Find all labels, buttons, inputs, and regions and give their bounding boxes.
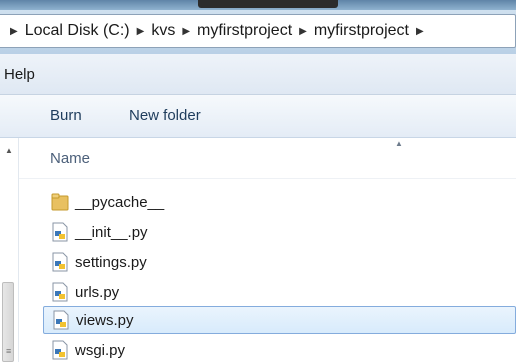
column-name-header[interactable]: Name <box>50 150 90 167</box>
burn-button[interactable]: Burn <box>50 107 82 124</box>
menu-bar: Help <box>0 54 516 95</box>
file-name: wsgi.py <box>75 341 126 359</box>
file-name: views.py <box>76 311 134 329</box>
python-file-icon <box>52 252 68 272</box>
title-peek <box>198 0 338 8</box>
chevron-right-icon[interactable]: ▶ <box>299 26 307 37</box>
column-header: ▲ Name <box>19 138 516 179</box>
list-item-folder[interactable]: __pycache__ <box>43 188 516 216</box>
breadcrumb[interactable]: ▶ Local Disk (C:) ▶ kvs ▶ myfirstproject… <box>0 14 516 48</box>
command-toolbar: Burn New folder <box>0 95 516 138</box>
chevron-right-icon[interactable]: ▶ <box>416 26 424 37</box>
menu-help[interactable]: Help <box>4 66 35 83</box>
file-name: __pycache__ <box>75 193 165 211</box>
list-item-file[interactable]: wsgi.py <box>43 336 516 364</box>
sort-ascending-icon: ▲ <box>395 139 403 148</box>
address-bar: ▶ Local Disk (C:) ▶ kvs ▶ myfirstproject… <box>0 10 516 54</box>
list-item-file[interactable]: __init__.py <box>43 218 516 246</box>
chevron-right-icon[interactable]: ▶ <box>10 26 18 37</box>
new-folder-button[interactable]: New folder <box>129 107 201 124</box>
scroll-up-arrow-icon[interactable]: ▲ <box>5 146 13 155</box>
python-file-icon <box>52 282 68 302</box>
python-file-icon <box>53 310 69 330</box>
file-name: __init__.py <box>75 223 148 241</box>
python-file-icon <box>52 340 68 360</box>
breadcrumb-kvs[interactable]: kvs <box>151 22 175 40</box>
breadcrumb-myfirstproject-parent[interactable]: myfirstproject <box>197 22 292 40</box>
list-item-file[interactable]: settings.py <box>43 248 516 276</box>
scroll-grip-icon: ≡ <box>6 346 12 356</box>
list-item-file[interactable]: urls.py <box>43 278 516 306</box>
breadcrumb-local-disk[interactable]: Local Disk (C:) <box>25 22 130 40</box>
chevron-right-icon[interactable]: ▶ <box>137 26 145 37</box>
list-item-file-selected[interactable]: views.py <box>43 306 516 334</box>
folder-icon <box>51 193 69 211</box>
file-name: settings.py <box>75 253 147 271</box>
file-name: urls.py <box>75 283 120 301</box>
chevron-right-icon[interactable]: ▶ <box>182 26 190 37</box>
file-list: __pycache__ __init__.py settings.py urls… <box>19 178 516 362</box>
window-title-strip <box>0 0 516 10</box>
python-file-icon <box>52 222 68 242</box>
breadcrumb-myfirstproject[interactable]: myfirstproject <box>314 22 409 40</box>
